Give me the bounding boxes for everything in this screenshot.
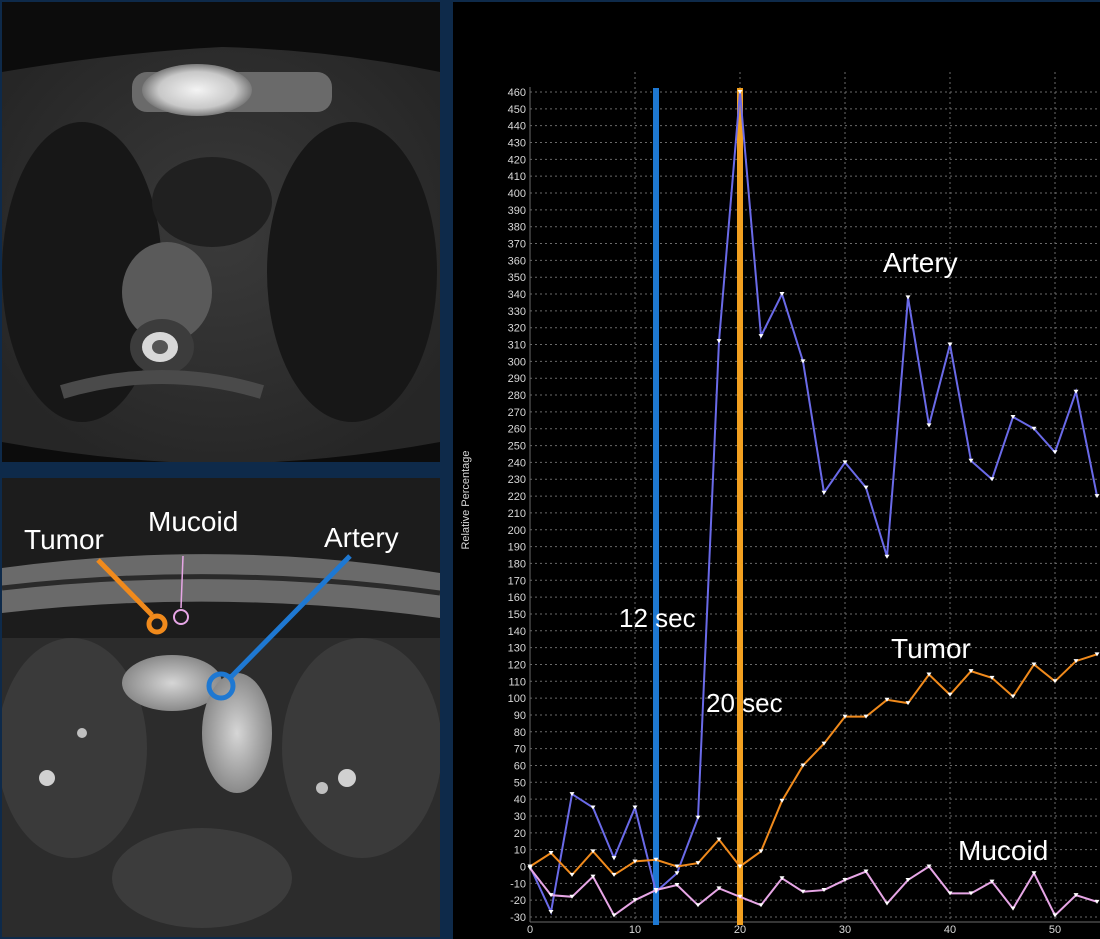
y-tick-label: 410	[508, 171, 526, 183]
y-tick-label: 230	[508, 474, 526, 486]
y-tick-label: 120	[508, 659, 526, 671]
x-tick-label: 40	[944, 924, 956, 936]
y-tick-label: 350	[508, 272, 526, 284]
y-tick-label: 380	[508, 222, 526, 234]
axial-mri-t2-image	[2, 2, 440, 462]
mucoid-label: Mucoid	[148, 506, 239, 537]
x-tick-label: 20	[734, 924, 746, 936]
y-tick-label: 130	[508, 643, 526, 655]
mri-bottom-panel: Tumor Mucoid Artery	[2, 478, 440, 937]
artery-label: Artery	[324, 522, 399, 553]
y-tick-label: -20	[510, 895, 526, 907]
data-point	[569, 872, 575, 877]
y-tick-label: 180	[508, 558, 526, 570]
annotation-label: 20 sec	[706, 688, 783, 718]
y-axis-ticks: -30 -20 -10 0 10 20 30 40 50 60 70 80 90 100 110 120 130…	[508, 87, 526, 924]
y-tick-label: 200	[508, 525, 526, 537]
y-tick-label: 210	[508, 508, 526, 520]
y-tick-label: 220	[508, 491, 526, 503]
y-tick-label: 70	[514, 744, 526, 756]
chart-grid	[529, 72, 1100, 923]
tumor-label: Tumor	[24, 524, 104, 555]
chart-panel: -30 -20 -10 0 10 20 30 40 50 60 70 80 90 100 110 120 130…	[453, 2, 1100, 939]
data-point	[695, 815, 701, 820]
y-tick-label: -30	[510, 912, 526, 924]
x-axis-ticks: 0 10 20 30 40 50	[527, 924, 1061, 936]
y-tick-label: 430	[508, 138, 526, 150]
data-point	[548, 909, 554, 914]
x-tick-label: 30	[839, 924, 851, 936]
enhancement-curve-chart: -30-20-100102030405060708090100110120130…	[460, 72, 1100, 936]
y-tick-label: 280	[508, 390, 526, 402]
y-tick-label: 390	[508, 205, 526, 217]
y-tick-label: 20	[514, 828, 526, 840]
series-line-artery	[529, 91, 1098, 916]
series-label-tumor: Tumor	[891, 633, 971, 664]
y-tick-label: 100	[508, 693, 526, 705]
y-tick-label: 0	[520, 861, 526, 873]
y-tick-label: 310	[508, 340, 526, 352]
y-tick-label: 290	[508, 373, 526, 385]
y-tick-label: 140	[508, 626, 526, 638]
data-point	[821, 490, 827, 495]
y-tick-label: 40	[514, 794, 526, 806]
y-tick-label: 440	[508, 121, 526, 133]
x-tick-label: 0	[527, 924, 533, 936]
data-point	[695, 903, 701, 908]
chart-series	[527, 90, 1100, 918]
y-tick-label: 50	[514, 777, 526, 789]
data-point	[1010, 906, 1016, 911]
y-tick-label: 340	[508, 289, 526, 301]
y-tick-label: 60	[514, 760, 526, 772]
y-tick-label: 10	[514, 845, 526, 857]
y-tick-label: 270	[508, 407, 526, 419]
data-point	[926, 423, 932, 428]
y-axis-label: Relative Percentage	[460, 450, 472, 549]
chart-labels: Artery Tumor Mucoid 12 sec 20 sec	[619, 247, 1048, 866]
data-point	[779, 798, 785, 803]
x-tick-label: 50	[1049, 924, 1061, 936]
y-tick-label: 320	[508, 323, 526, 335]
data-point	[863, 485, 869, 490]
y-tick-label: 170	[508, 575, 526, 587]
y-tick-label: 80	[514, 727, 526, 739]
y-tick-label: 190	[508, 542, 526, 554]
mri-top-panel	[2, 2, 440, 462]
y-tick-label: 330	[508, 306, 526, 318]
y-tick-label: 30	[514, 811, 526, 823]
y-tick-label: 360	[508, 255, 526, 267]
data-point	[1073, 389, 1079, 394]
data-point	[947, 692, 953, 697]
annotation-label: 12 sec	[619, 603, 696, 633]
y-tick-label: 250	[508, 441, 526, 453]
data-point	[632, 805, 638, 810]
y-tick-label: 240	[508, 457, 526, 469]
y-tick-label: 420	[508, 154, 526, 166]
y-tick-label: 370	[508, 239, 526, 251]
data-point	[884, 554, 890, 559]
y-tick-label: 90	[514, 710, 526, 722]
y-tick-label: 160	[508, 592, 526, 604]
data-point	[611, 856, 617, 861]
y-tick-label: 150	[508, 609, 526, 621]
data-point	[884, 901, 890, 906]
y-tick-label: -10	[510, 878, 526, 890]
y-tick-label: 260	[508, 424, 526, 436]
y-tick-label: 300	[508, 356, 526, 368]
y-tick-label: 110	[508, 676, 526, 688]
series-label-artery: Artery	[883, 247, 958, 278]
data-point	[1052, 450, 1058, 455]
y-tick-label: 460	[508, 87, 526, 99]
data-point	[905, 295, 911, 300]
data-point	[758, 334, 764, 339]
y-tick-label: 400	[508, 188, 526, 200]
y-tick-label: 450	[508, 104, 526, 116]
data-point	[716, 339, 722, 344]
series-label-mucoid: Mucoid	[958, 835, 1048, 866]
x-tick-label: 10	[629, 924, 641, 936]
